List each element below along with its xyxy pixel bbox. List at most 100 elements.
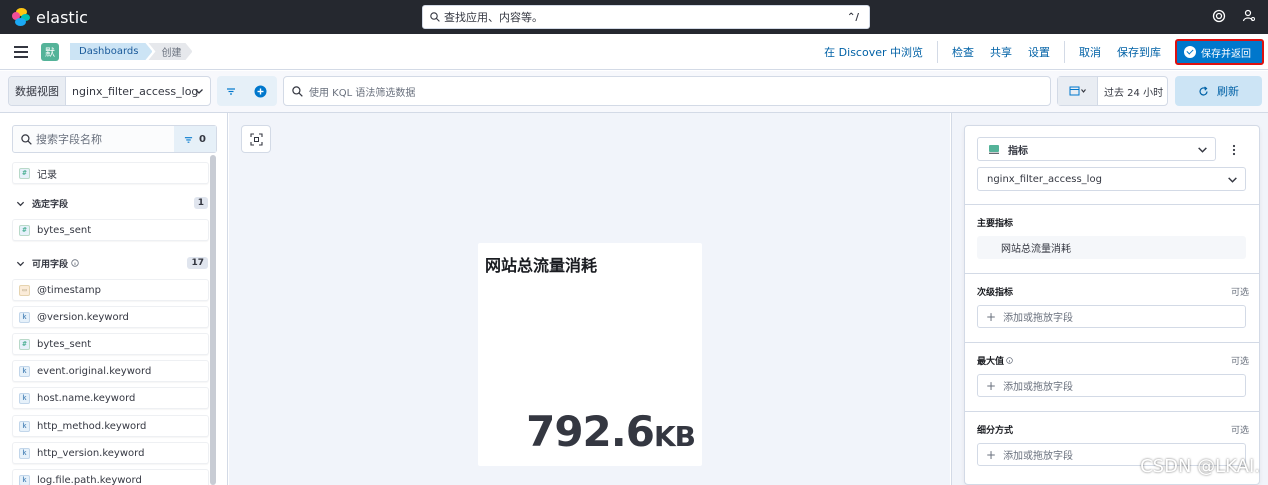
time-picker[interactable]: 过去 24 小时 xyxy=(1057,76,1168,106)
primary-metric-section: 主要指标 网站总流量消耗 xyxy=(965,204,1259,274)
breakdown-title: 细分方式 xyxy=(977,426,1014,436)
top-header: elastic 查找应用、内容等。 ⌃/ xyxy=(0,0,1268,34)
field-name: event.original.keyword xyxy=(37,365,152,377)
breadcrumb-dashboards[interactable]: Dashboards xyxy=(70,43,152,60)
optional-label: 可选 xyxy=(1230,288,1249,298)
chevron-down-icon xyxy=(1228,177,1237,183)
data-view-picker[interactable]: 数据视图 nginx_filter_access_log xyxy=(8,76,211,106)
field-name: http_method.keyword xyxy=(37,420,147,432)
divider xyxy=(937,41,938,63)
more-options-icon[interactable] xyxy=(1232,144,1236,156)
explore-in-discover-link[interactable]: 在 Discover 中浏览 xyxy=(816,44,931,60)
global-search-input[interactable]: 查找应用、内容等。 ⌃/ xyxy=(422,5,870,29)
add-field-label: 添加或拖放字段 xyxy=(1003,382,1074,393)
breadcrumb-create: 创建 xyxy=(148,43,192,60)
field-search-input[interactable]: 搜索字段名称 0 xyxy=(12,125,217,153)
info-icon[interactable] xyxy=(71,259,79,267)
space-avatar[interactable]: 默 xyxy=(41,42,59,61)
config-card: 指标 nginx_filter_access_log 主要指标 网站总流量消耗 … xyxy=(964,125,1260,485)
cancel-link[interactable]: 取消 xyxy=(1071,44,1109,60)
field-name: bytes_sent xyxy=(37,338,92,350)
keyword-type-icon: k xyxy=(19,420,30,432)
max-value-section: 最大值 可选 + 添加或拖放字段 xyxy=(965,342,1259,411)
add-filter-icon[interactable] xyxy=(254,85,267,98)
refresh-button[interactable]: 刷新 xyxy=(1175,76,1262,106)
available-fields-count: 17 xyxy=(187,257,208,269)
metric-unit: KB xyxy=(653,420,696,453)
save-to-library-link[interactable]: 保存到库 xyxy=(1109,44,1169,60)
refresh-icon xyxy=(1199,86,1208,95)
field-item[interactable]: # bytes_sent xyxy=(12,333,209,355)
info-icon[interactable] xyxy=(1006,357,1013,364)
selected-fields-count: 1 xyxy=(193,197,208,209)
plus-icon: + xyxy=(986,378,997,393)
field-records[interactable]: # 记录 xyxy=(12,162,209,184)
app-navbar: 默 Dashboards 创建 在 Discover 中浏览 检查 共享 设置 … xyxy=(0,34,1268,70)
field-item[interactable]: k http_version.keyword xyxy=(12,442,209,464)
viz-type-label: 指标 xyxy=(1008,145,1028,157)
field-item[interactable]: ▭ @timestamp xyxy=(12,279,209,301)
layer-data-view-label: nginx_filter_access_log xyxy=(987,173,1102,185)
filter-controls xyxy=(217,76,277,106)
fullscreen-button[interactable] xyxy=(241,125,271,153)
global-search-placeholder: 查找应用、内容等。 xyxy=(444,11,543,24)
keyword-type-icon: k xyxy=(19,447,30,459)
elastic-logo-icon xyxy=(12,8,30,26)
help-icon[interactable] xyxy=(1212,9,1226,23)
calendar-icon[interactable] xyxy=(1058,77,1098,105)
number-type-icon: # xyxy=(19,338,30,350)
secondary-metric-title: 次级指标 xyxy=(977,288,1014,298)
field-item[interactable]: k host.name.keyword xyxy=(12,387,209,409)
field-item[interactable]: k @version.keyword xyxy=(12,306,209,328)
check-circle-icon xyxy=(1184,46,1196,58)
chevron-down-icon xyxy=(16,201,25,206)
watermark: CSDN @LKAI. xyxy=(1140,456,1260,477)
field-item[interactable]: k http_method.keyword xyxy=(12,415,209,437)
field-item[interactable]: k event.original.keyword xyxy=(12,360,209,382)
time-range-label: 过去 24 小时 xyxy=(1104,87,1164,99)
field-type-filter-button[interactable]: 0 xyxy=(174,126,216,152)
kql-placeholder: 使用 KQL 语法筛选数据 xyxy=(309,87,416,99)
layer-data-view-select[interactable]: nginx_filter_access_log xyxy=(977,167,1246,191)
metric-value: 792.6 KB xyxy=(526,407,696,456)
search-icon xyxy=(430,12,440,22)
share-link[interactable]: 共享 xyxy=(982,44,1020,60)
user-menu-icon[interactable] xyxy=(1242,9,1256,23)
available-fields-header[interactable]: 可用字段 17 xyxy=(12,254,210,272)
search-icon xyxy=(21,133,32,145)
keyword-type-icon: k xyxy=(19,365,30,377)
elastic-logo[interactable]: elastic xyxy=(12,8,88,27)
config-panel: 指标 nginx_filter_access_log 主要指标 网站总流量消耗 … xyxy=(951,113,1268,485)
refresh-label: 刷新 xyxy=(1217,85,1239,98)
selected-fields-header[interactable]: 选定字段 1 xyxy=(12,194,210,212)
add-max-field-button[interactable]: + 添加或拖放字段 xyxy=(977,374,1246,397)
field-name: @version.keyword xyxy=(37,311,129,323)
metric-card[interactable]: 网站总流量消耗 792.6 KB xyxy=(478,243,702,466)
inspect-link[interactable]: 检查 xyxy=(944,44,982,60)
settings-link[interactable]: 设置 xyxy=(1020,44,1058,60)
filter-menu-icon[interactable] xyxy=(226,86,236,96)
keyboard-shortcut: ⌃/ xyxy=(846,11,859,23)
available-fields-title: 可用字段 xyxy=(32,259,69,270)
field-item[interactable]: # bytes_sent xyxy=(12,219,209,241)
field-name: bytes_sent xyxy=(37,224,92,236)
field-search-placeholder: 搜索字段名称 xyxy=(36,133,102,146)
visualization-canvas: 网站总流量消耗 792.6 KB xyxy=(229,113,950,485)
add-secondary-field-button[interactable]: + 添加或拖放字段 xyxy=(977,305,1246,328)
brand-name: elastic xyxy=(36,7,88,27)
field-item[interactable]: k log.file.path.keyword xyxy=(12,469,209,485)
secondary-metric-section: 次级指标 可选 + 添加或拖放字段 xyxy=(965,273,1259,342)
max-value-title: 最大值 xyxy=(977,354,1013,367)
plus-icon: + xyxy=(986,309,997,324)
number-type-icon: # xyxy=(19,224,30,236)
fullscreen-icon xyxy=(249,132,263,146)
field-list-scrollbar[interactable] xyxy=(210,155,216,485)
primary-metric-field[interactable]: 网站总流量消耗 xyxy=(977,236,1246,259)
selected-fields-title: 选定字段 xyxy=(32,199,69,210)
kql-search-input[interactable]: 使用 KQL 语法筛选数据 xyxy=(283,76,1051,106)
optional-label: 可选 xyxy=(1230,426,1249,436)
viz-type-select[interactable]: 指标 xyxy=(977,137,1216,161)
save-and-return-button[interactable]: 保存并返回 xyxy=(1175,39,1264,65)
keyword-type-icon: k xyxy=(19,392,30,404)
menu-icon[interactable] xyxy=(14,43,28,61)
